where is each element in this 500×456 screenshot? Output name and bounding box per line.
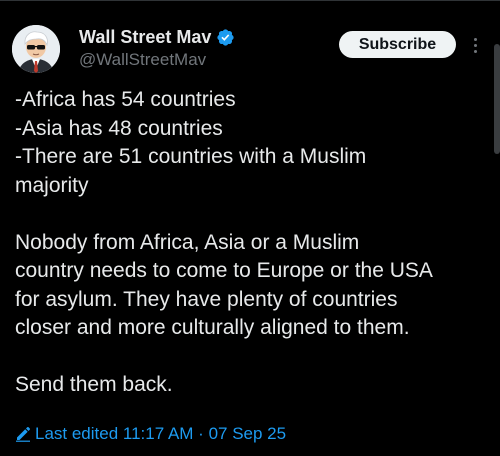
post-text-line: -There are 51 countries with a Muslim [15,145,367,168]
cartoon-man-sunglasses-avatar-icon [12,25,60,73]
post-text-line: for asylum. They have plenty of countrie… [15,287,398,311]
pencil-icon [16,427,30,442]
author-handle[interactable]: @WallStreetMav [79,50,206,70]
avatar[interactable] [12,25,60,73]
subscribe-button[interactable]: Subscribe [339,31,456,58]
top-divider [0,0,500,1]
more-vertical-icon[interactable] [468,34,482,56]
post-text-line: Nobody from Africa, Asia or a Muslim [15,230,360,254]
more-dot [473,49,477,53]
verified-badge-icon[interactable] [216,28,235,47]
post-text-line: Send them back. [15,373,173,396]
author-name-row: Wall Street Mav [79,26,235,48]
post-text-line: country needs to come to Europe or the U… [15,259,433,282]
post-text-line: closer and more culturally aligned to th… [15,316,410,339]
post-text-line: -Africa has 54 countries [15,88,236,111]
scrollbar[interactable] [494,44,500,154]
edited-timestamp[interactable]: Last edited 11:17 AM · 07 Sep 25 [35,424,286,444]
display-name[interactable]: Wall Street Mav [79,27,211,48]
edit-history-link[interactable]: Last edited 11:17 AM · 07 Sep 25 [15,424,286,444]
post-text: -Africa has 54 countries -Asia has 48 co… [15,86,485,400]
post-text-line: majority [15,173,89,197]
more-dot [473,43,477,47]
more-dot [473,37,477,41]
post-text-line: -Asia has 48 countries [15,116,223,140]
